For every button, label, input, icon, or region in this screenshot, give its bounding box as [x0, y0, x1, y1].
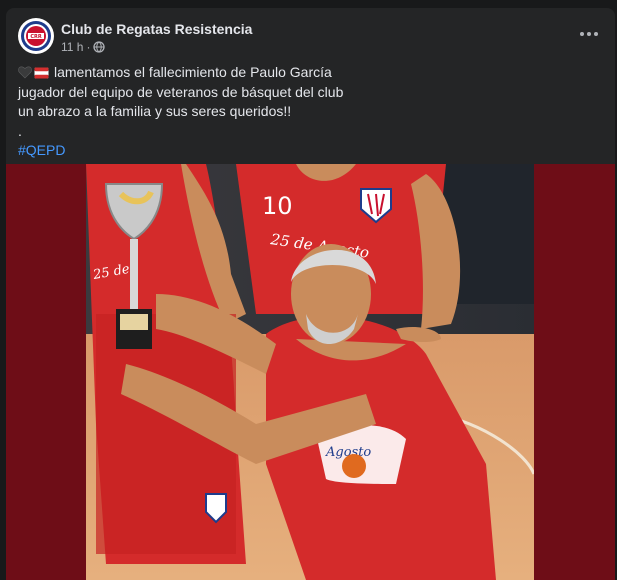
post-line-1: lamentamos el fallecimiento de Paulo Gar… — [18, 63, 603, 83]
globe-icon — [93, 41, 106, 53]
post-header: CRR Club de Regatas Resistencia 11 h · — [18, 18, 603, 58]
post-meta: 11 h · — [61, 40, 106, 54]
post-photo-container[interactable]: 10 25 de Agosto 25 de Agosto — [6, 164, 615, 580]
jersey-number: 10 — [262, 192, 293, 220]
black-heart-icon — [18, 66, 32, 79]
red-white-flag-icon — [34, 67, 49, 79]
post-line-2: jugador del equipo de veteranos de básqu… — [18, 83, 344, 100]
post-photo[interactable]: 10 25 de Agosto 25 de Agosto — [86, 164, 534, 580]
hashtag-link[interactable]: #QEPD — [18, 141, 65, 161]
club-logo-icon: CRR — [19, 19, 53, 53]
post-card: CRR Club de Regatas Resistencia 11 h · l… — [6, 8, 615, 580]
post-text: lamentamos el fallecimiento de Paulo Gar… — [18, 63, 603, 161]
meta-separator: · — [86, 40, 91, 54]
page-name[interactable]: Club de Regatas Resistencia — [61, 21, 252, 37]
page-avatar[interactable]: CRR — [18, 18, 54, 54]
basketball-team-photo: 10 25 de Agosto 25 de Agosto — [86, 164, 534, 580]
more-dot-icon — [587, 32, 591, 36]
post-text-line: lamentamos el fallecimiento de Paulo Gar… — [54, 64, 332, 80]
svg-text:CRR: CRR — [30, 34, 42, 40]
more-options-button[interactable] — [575, 24, 603, 44]
post-timestamp[interactable]: 11 h — [61, 40, 83, 54]
post-line-3: un abrazo a la familia y sus seres queri… — [18, 103, 292, 119]
more-dot-icon — [580, 32, 584, 36]
more-dot-icon — [594, 32, 598, 36]
post-line-5: #QEPD — [18, 141, 603, 161]
post-line-4: . — [18, 122, 22, 139]
